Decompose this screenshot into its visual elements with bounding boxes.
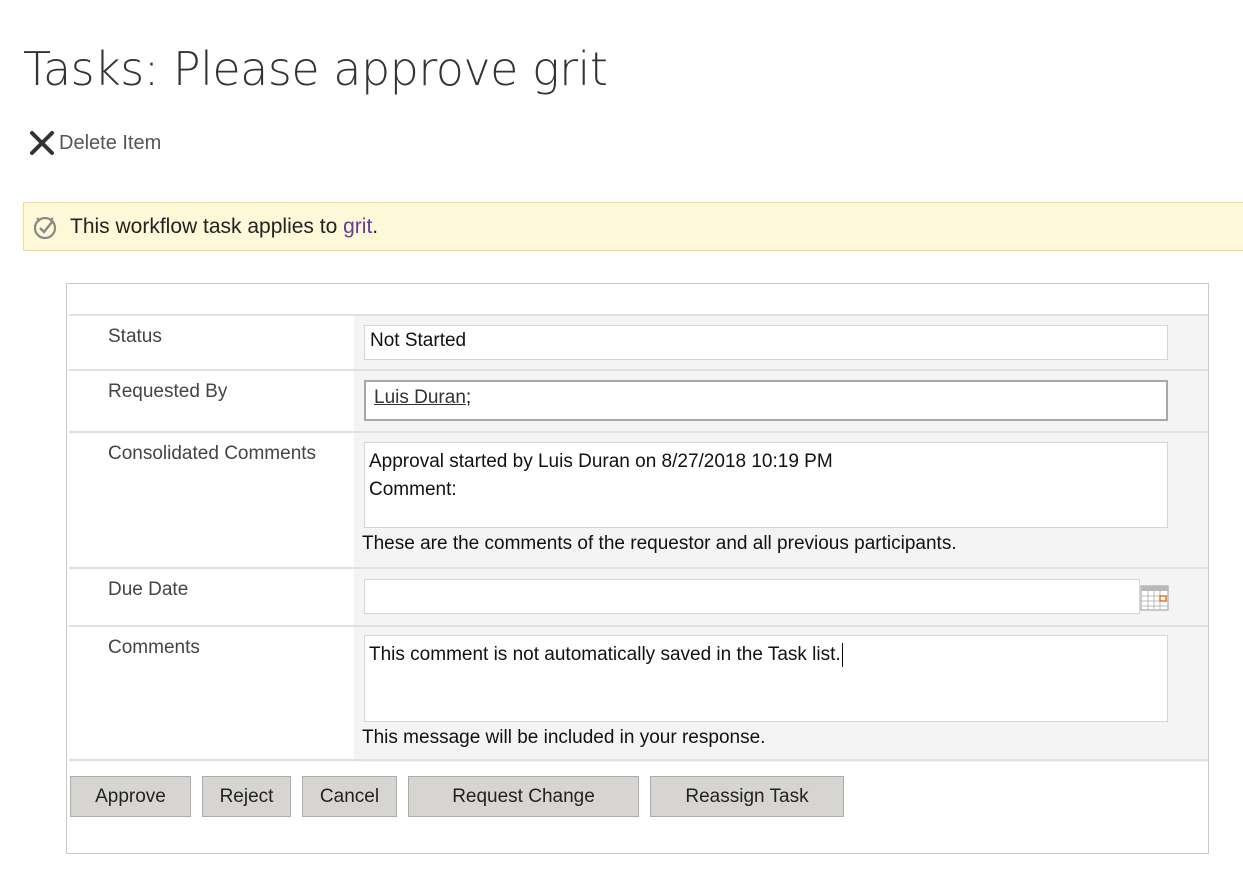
banner-suffix: . <box>372 214 379 238</box>
delete-item-button[interactable]: Delete Item <box>29 130 161 156</box>
delete-item-label: Delete Item <box>59 131 162 154</box>
calendar-icon[interactable] <box>1140 585 1169 611</box>
reject-button[interactable]: Reject <box>202 776 291 817</box>
workflow-check-icon <box>33 216 57 239</box>
comments-textarea[interactable]: This comment is not automatically saved … <box>364 635 1168 722</box>
requested-by-label: Requested By <box>108 381 228 402</box>
task-form: Status Not Started Requested By Luis Dur… <box>66 283 1209 854</box>
requested-by-row: Requested By Luis Duran; <box>69 369 1208 431</box>
status-field: Not Started <box>364 325 1168 360</box>
status-row: Status Not Started <box>69 314 1208 370</box>
action-buttons: Approve Reject Cancel Request Change Rea… <box>70 776 855 817</box>
status-label: Status <box>108 326 162 347</box>
reassign-task-button[interactable]: Reassign Task <box>650 776 844 817</box>
comments-value: This comment is not automatically saved … <box>369 644 841 665</box>
comments-label: Comments <box>108 637 200 658</box>
due-date-label: Due Date <box>108 579 189 600</box>
comments-row: Comments This comment is not automatical… <box>69 625 1208 762</box>
comments-hint: This message will be included in your re… <box>362 727 766 748</box>
text-cursor <box>841 642 843 667</box>
request-change-button[interactable]: Request Change <box>408 776 639 817</box>
banner-item-link[interactable]: grit <box>343 215 372 238</box>
banner-text: This workflow task applies to grit. <box>70 215 378 239</box>
due-date-row: Due Date <box>69 567 1208 626</box>
consolidated-comments-label: Consolidated Comments <box>108 443 317 464</box>
page-title: Tasks: Please approve grit <box>23 42 608 96</box>
consolidated-comments-field: Approval started by Luis Duran on 8/27/2… <box>364 442 1168 528</box>
consolidated-comments-line2: Comment: <box>369 479 457 500</box>
workflow-info-banner: This workflow task applies to grit. <box>23 202 1243 251</box>
consolidated-comments-hint: These are the comments of the requestor … <box>362 533 957 554</box>
cancel-button[interactable]: Cancel <box>302 776 397 817</box>
approve-button[interactable]: Approve <box>70 776 191 817</box>
close-icon <box>30 131 54 155</box>
requested-by-separator: ; <box>465 387 472 408</box>
requested-by-field[interactable]: Luis Duran; <box>364 380 1168 421</box>
requested-by-person[interactable]: Luis Duran <box>374 387 466 408</box>
consolidated-comments-line1: Approval started by Luis Duran on 8/27/2… <box>369 451 833 472</box>
banner-prefix: This workflow task applies to <box>70 214 344 238</box>
consolidated-comments-row: Consolidated Comments Approval started b… <box>69 431 1208 568</box>
buttons-divider <box>69 759 1208 761</box>
status-value: Not Started <box>370 330 467 351</box>
due-date-input[interactable] <box>364 579 1140 614</box>
